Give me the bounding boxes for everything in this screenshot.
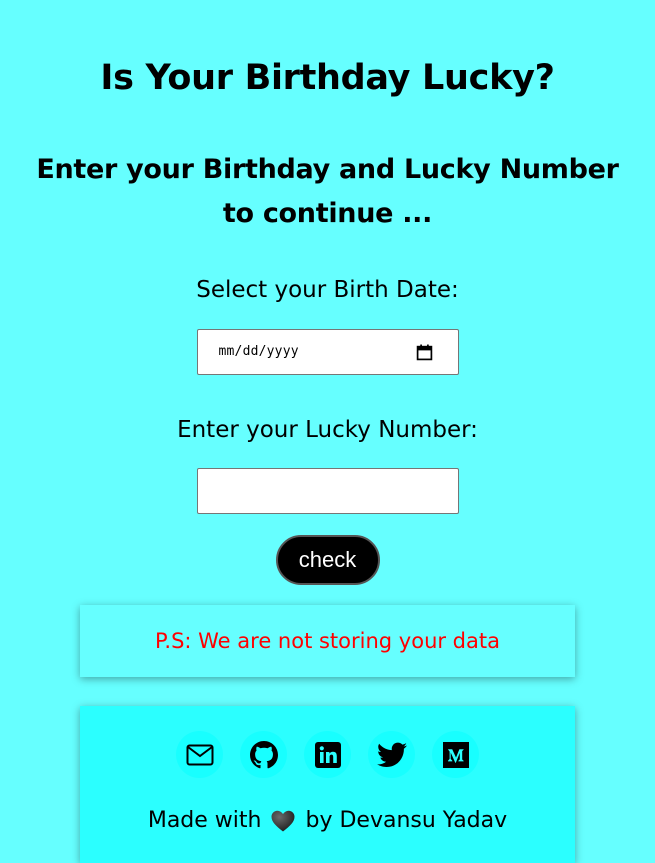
github-icon — [249, 740, 278, 768]
made-with-suffix: by Devansu Yadav — [305, 808, 508, 833]
made-with-prefix: Made with — [147, 808, 262, 833]
privacy-notice-text: P.S: We are not storing your data — [155, 629, 500, 653]
social-links — [80, 706, 575, 778]
twitter-icon — [376, 742, 407, 767]
calendar-icon[interactable] — [416, 344, 433, 361]
page-title: Is Your Birthday Lucky? — [100, 58, 555, 98]
birth-date-input[interactable]: mm/dd/yyyy — [196, 329, 459, 375]
lucky-number-label: Enter your Lucky Number: — [177, 417, 478, 443]
social-link-twitter[interactable] — [368, 731, 415, 778]
page-subtitle: Enter your Birthday and Lucky Number to … — [36, 154, 619, 229]
heart-icon — [271, 810, 295, 832]
lucky-number-input[interactable] — [196, 468, 459, 514]
social-link-github[interactable] — [240, 731, 287, 778]
social-link-linkedin[interactable] — [304, 731, 351, 778]
mail-icon — [186, 744, 213, 765]
page-container: Is Your Birthday Lucky? Enter your Birth… — [0, 0, 655, 863]
privacy-notice: P.S: We are not storing your data — [80, 605, 575, 677]
date-placeholder: mm/dd/yyyy — [218, 344, 299, 359]
medium-icon — [442, 741, 469, 768]
social-link-mail[interactable] — [176, 731, 223, 778]
check-button[interactable]: check — [275, 535, 380, 585]
footer: Made with by Devansu Yadav — [80, 706, 575, 863]
linkedin-icon — [314, 741, 341, 768]
made-with-credit: Made with by Devansu Yadav — [80, 806, 575, 836]
birth-date-label: Select your Birth Date: — [196, 277, 459, 303]
social-link-medium[interactable] — [432, 731, 479, 778]
